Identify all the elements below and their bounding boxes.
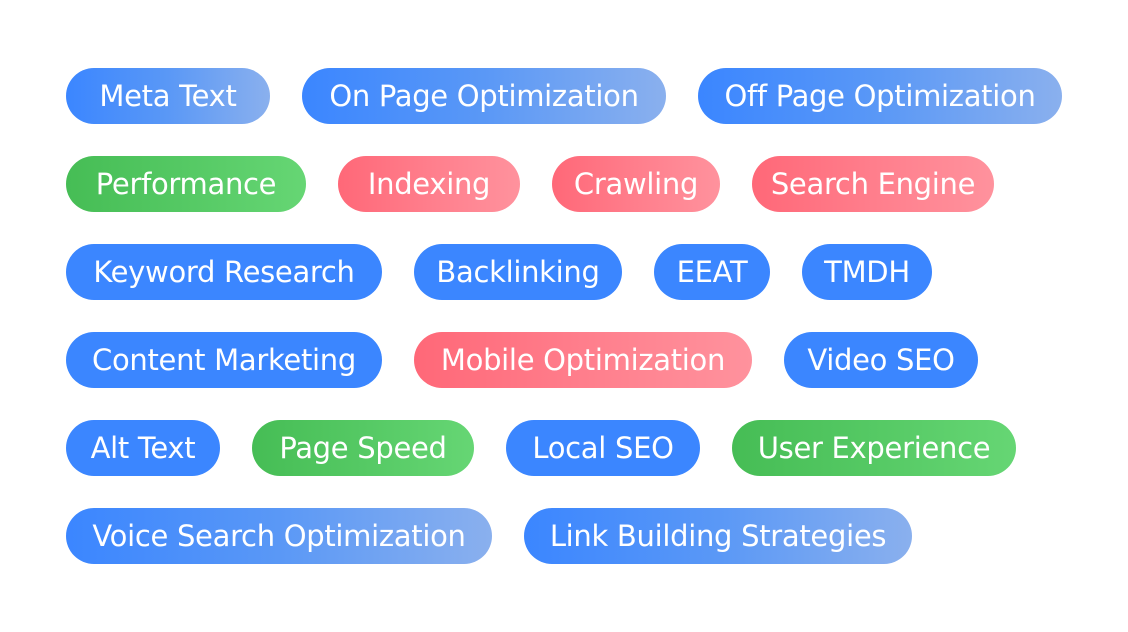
tag-backlinking[interactable]: Backlinking xyxy=(414,244,622,300)
tag-link-building-strategies[interactable]: Link Building Strategies xyxy=(524,508,912,564)
tag-mobile-optimization[interactable]: Mobile Optimization xyxy=(414,332,752,388)
tag-content-marketing[interactable]: Content Marketing xyxy=(66,332,382,388)
tag-voice-search-optimization[interactable]: Voice Search Optimization xyxy=(66,508,492,564)
tag-on-page-optimization[interactable]: On Page Optimization xyxy=(302,68,666,124)
tag-page-speed[interactable]: Page Speed xyxy=(252,420,474,476)
tag-crawling[interactable]: Crawling xyxy=(552,156,720,212)
tag-off-page-optimization[interactable]: Off Page Optimization xyxy=(698,68,1062,124)
tag-keyword-research[interactable]: Keyword Research xyxy=(66,244,382,300)
tag-performance[interactable]: Performance xyxy=(66,156,306,212)
tag-local-seo[interactable]: Local SEO xyxy=(506,420,700,476)
tag-search-engine[interactable]: Search Engine xyxy=(752,156,994,212)
tag-meta-text[interactable]: Meta Text xyxy=(66,68,270,124)
tag-indexing[interactable]: Indexing xyxy=(338,156,520,212)
tag-alt-text[interactable]: Alt Text xyxy=(66,420,220,476)
tag-user-experience[interactable]: User Experience xyxy=(732,420,1016,476)
tag-eeat[interactable]: EEAT xyxy=(654,244,770,300)
tag-video-seo[interactable]: Video SEO xyxy=(784,332,978,388)
tag-tmdh[interactable]: TMDH xyxy=(802,244,932,300)
